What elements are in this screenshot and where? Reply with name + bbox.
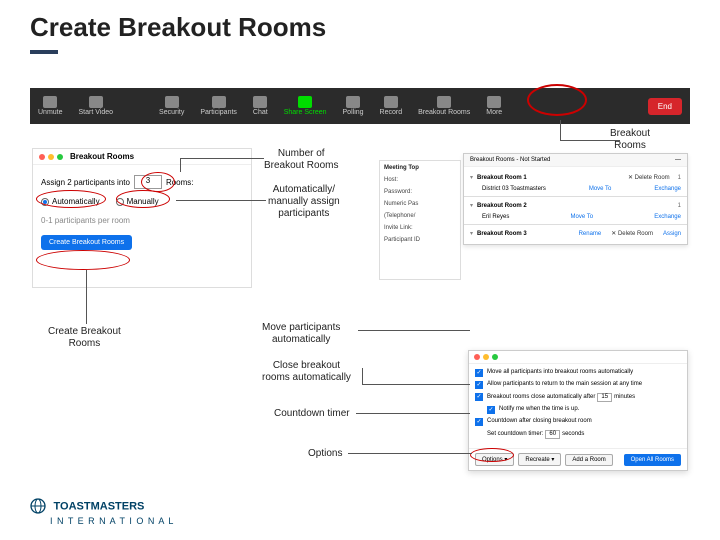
highlight-options-btn <box>470 448 514 462</box>
opt-close-after[interactable]: ✓Breakout rooms close automatically afte… <box>475 393 681 402</box>
room-row-2[interactable]: ▾ Breakout Room 2 1 <box>464 199 687 212</box>
opt-countdown-timer: Set countdown timer:60seconds <box>475 430 681 439</box>
tb-participants[interactable]: Participants <box>200 96 237 116</box>
ann-create: Create Breakout Rooms <box>48 326 121 350</box>
connector <box>362 368 363 384</box>
meeting-info-panel: Meeting Top Host: Password: Numeric Pas … <box>379 160 461 280</box>
opt-allow-return[interactable]: ✓Allow participants to return to the mai… <box>475 381 681 389</box>
create-breakout-button[interactable]: Create Breakout Rooms <box>41 235 132 250</box>
tb-start-video[interactable]: Start Video <box>79 96 114 116</box>
connector <box>356 413 470 414</box>
end-button[interactable]: End <box>648 98 682 115</box>
connector <box>86 270 87 324</box>
globe-icon <box>30 498 46 516</box>
tb-more[interactable]: More <box>486 96 502 116</box>
chevron-down-icon: ▾ <box>470 174 473 181</box>
member-row: Eril Reyes Move To Exchange <box>464 212 687 222</box>
tb-polling[interactable]: Polling <box>343 96 364 116</box>
minimize-icon[interactable] <box>483 354 489 360</box>
room-row-1[interactable]: ▾ Breakout Room 1 ✕ Delete Room 1 <box>464 171 687 184</box>
ann-auto-manual: Automatically/ manually assign participa… <box>268 184 340 220</box>
connector <box>560 140 620 141</box>
checkbox-icon: ✓ <box>475 418 483 426</box>
highlight-breakout-rooms <box>527 84 587 116</box>
tb-security[interactable]: Security <box>159 96 184 116</box>
checkbox-icon: ✓ <box>475 393 483 401</box>
checkbox-icon: ✓ <box>475 369 483 377</box>
minutes-input[interactable]: 15 <box>597 393 612 402</box>
chevron-down-icon: ▾ <box>470 230 473 237</box>
zoom-toolbar: Unmute Start Video Security Participants… <box>30 88 690 124</box>
close-icon[interactable] <box>39 154 45 160</box>
toastmasters-logo: TOASTMASTERS I N T E R N A T I O N A L <box>30 498 174 526</box>
connector <box>176 200 266 201</box>
connector <box>180 158 264 159</box>
maximize-icon[interactable] <box>57 154 63 160</box>
ann-options: Options <box>308 448 342 460</box>
ann-number: Number of Breakout Rooms <box>264 148 338 172</box>
breakout-mgmt-panel: Breakout Rooms - Not Started— ▾ Breakout… <box>463 153 688 245</box>
tb-unmute[interactable]: Unmute <box>38 96 63 116</box>
ann-move: Move participants automatically <box>262 322 340 346</box>
seconds-input[interactable]: 60 <box>545 430 560 439</box>
title-underline <box>30 50 58 54</box>
highlight-room-number <box>141 172 175 192</box>
highlight-create-btn <box>36 250 130 270</box>
connector <box>358 330 470 331</box>
chevron-down-icon: ▾ <box>470 202 473 209</box>
member-row: District 03 Toastmasters Move To Exchang… <box>464 184 687 194</box>
opt-move-auto[interactable]: ✓Move all participants into breakout roo… <box>475 369 681 377</box>
add-room-button[interactable]: Add a Room <box>565 454 612 466</box>
minimize-icon[interactable] <box>48 154 54 160</box>
recreate-button[interactable]: Recreate ▾ <box>518 453 561 466</box>
mgmt-header: Breakout Rooms - Not Started— <box>464 154 687 167</box>
ann-close: Close breakout rooms automatically <box>262 360 351 384</box>
page-title: Create Breakout Rooms <box>30 12 326 43</box>
connector <box>348 453 472 454</box>
tb-chat[interactable]: Chat <box>253 96 268 116</box>
tb-share-screen[interactable]: Share Screen <box>284 96 327 116</box>
dialog-title: Breakout Rooms <box>70 152 134 161</box>
room-row-3[interactable]: ▾ Breakout Room 3 Rename ✕ Delete Room A… <box>464 227 687 240</box>
maximize-icon[interactable] <box>492 354 498 360</box>
connector <box>180 158 181 172</box>
ann-countdown: Countdown timer <box>274 408 350 420</box>
tb-record[interactable]: Record <box>380 96 403 116</box>
per-room-label: 0-1 participants per room <box>41 216 243 225</box>
connector <box>362 384 470 385</box>
connector <box>560 120 561 140</box>
tb-breakout-rooms[interactable]: Breakout Rooms <box>418 96 470 116</box>
opts-titlebar <box>469 351 687 364</box>
open-all-button[interactable]: Open All Rooms <box>624 454 681 466</box>
close-icon[interactable] <box>474 354 480 360</box>
checkbox-icon: ✓ <box>487 406 495 414</box>
highlight-auto <box>36 190 106 208</box>
highlight-manual <box>116 190 170 208</box>
dialog-titlebar: Breakout Rooms <box>33 149 251 165</box>
opt-countdown[interactable]: ✓Countdown after closing breakout room <box>475 418 681 426</box>
checkbox-icon: ✓ <box>475 381 483 389</box>
opt-notify[interactable]: ✓Notify me when the time is up. <box>475 406 681 414</box>
